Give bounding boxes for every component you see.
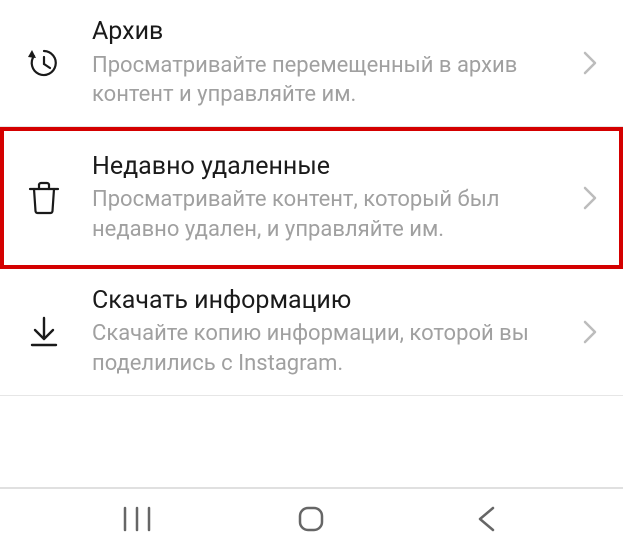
item-subtitle: Просматривайте перемещенный в архив конт… bbox=[92, 51, 567, 110]
trash-icon bbox=[14, 178, 74, 218]
nav-home-button[interactable] bbox=[291, 499, 331, 539]
item-title: Недавно удаленные bbox=[92, 151, 567, 184]
item-subtitle: Просматривайте контент, который был неда… bbox=[92, 185, 567, 244]
list-item-archive[interactable]: Архив Просматривайте перемещенный в архи… bbox=[0, 0, 623, 127]
item-subtitle: Скачайте копию информации, которой вы по… bbox=[92, 319, 567, 378]
list-item-recently-deleted[interactable]: Недавно удаленные Просматривайте контент… bbox=[0, 127, 623, 269]
item-title: Архив bbox=[92, 16, 567, 49]
item-content: Архив Просматривайте перемещенный в архи… bbox=[74, 16, 575, 110]
download-icon bbox=[14, 312, 74, 352]
archive-icon bbox=[14, 43, 74, 83]
chevron-right-icon bbox=[575, 320, 605, 344]
settings-list: Архив Просматривайте перемещенный в архи… bbox=[0, 0, 623, 487]
chevron-right-icon bbox=[575, 186, 605, 210]
nav-recents-button[interactable] bbox=[117, 499, 157, 539]
chevron-right-icon bbox=[575, 51, 605, 75]
item-title: Скачать информацию bbox=[92, 285, 567, 318]
system-nav-bar bbox=[0, 487, 623, 549]
list-item-download-info[interactable]: Скачать информацию Скачайте копию информ… bbox=[0, 269, 623, 396]
item-content: Недавно удаленные Просматривайте контент… bbox=[74, 151, 575, 245]
item-content: Скачать информацию Скачайте копию информ… bbox=[74, 285, 575, 379]
nav-back-button[interactable] bbox=[466, 499, 506, 539]
